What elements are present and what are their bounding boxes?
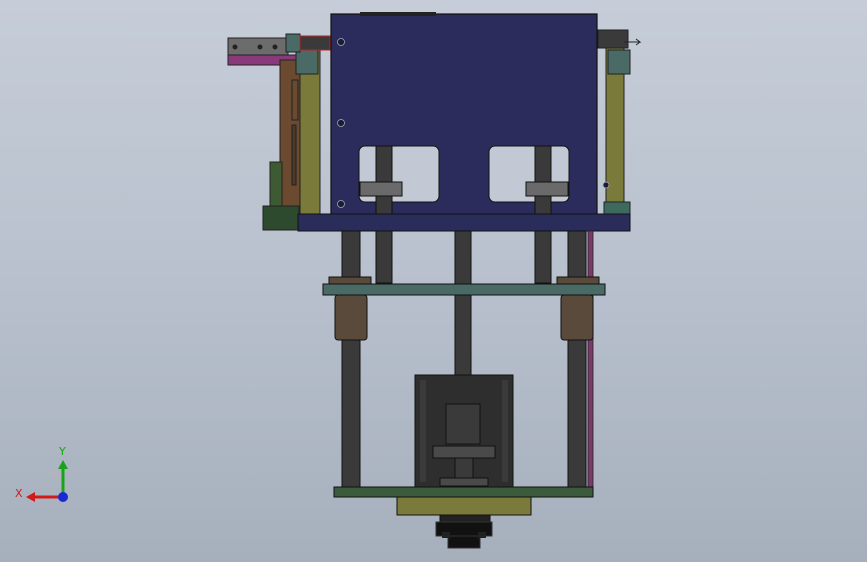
bottom-fitting (435, 514, 493, 549)
coupling (445, 403, 481, 445)
left-red-clamp (299, 35, 331, 51)
left-bushing (334, 294, 368, 341)
carriage-plate (322, 283, 606, 296)
left-side-assembly (227, 33, 331, 231)
right-bushing (560, 294, 594, 341)
motor[interactable] (414, 374, 514, 488)
right-side-assembly (597, 29, 642, 219)
left-brown-rail (279, 59, 303, 211)
right-teal-block (607, 49, 631, 75)
bottom-olive-block (396, 496, 532, 516)
center-shaft (454, 230, 472, 392)
base-plate[interactable] (297, 213, 631, 232)
left-teal-block (295, 49, 319, 75)
left-foot-block (262, 205, 300, 231)
left-teal-block-2 (285, 33, 301, 53)
y-axis-label: Y (58, 445, 66, 458)
right-top-clamp (597, 29, 629, 49)
x-axis-label: X (15, 487, 23, 500)
bottom-plate[interactable] (333, 486, 594, 498)
cad-viewport[interactable]: Y X (0, 0, 867, 562)
coordinate-triad: Y X (15, 445, 68, 502)
right-magenta-strip (587, 230, 594, 494)
